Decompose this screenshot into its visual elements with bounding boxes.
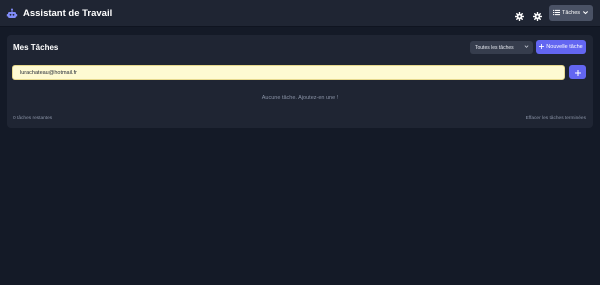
- settings-gear-icon[interactable]: [515, 8, 524, 21]
- top-navbar: Assistant de Travail Tâches: [0, 0, 600, 27]
- remaining-count: 0 tâches restantes: [13, 116, 53, 121]
- tasks-menu-button[interactable]: Tâches: [549, 5, 593, 21]
- filter-selected-value: Toutes les tâches: [475, 44, 514, 51]
- tasks-card: Mes Tâches Toutes les tâches Nouvelle tâ…: [7, 35, 593, 128]
- theme-gear-icon[interactable]: [533, 8, 542, 21]
- task-input[interactable]: [12, 65, 565, 80]
- add-task-button[interactable]: [569, 65, 586, 79]
- new-task-button[interactable]: Nouvelle tâche: [536, 40, 586, 54]
- new-task-label: Nouvelle tâche: [546, 44, 583, 50]
- chevron-down-icon: [582, 9, 589, 18]
- tasks-menu-label: Tâches: [561, 10, 581, 16]
- list-icon: [552, 9, 560, 18]
- clear-completed-link[interactable]: Effacer les tâches terminées: [526, 116, 586, 121]
- page-title: Mes Tâches: [13, 43, 59, 52]
- app-title: Assistant de Travail: [23, 7, 113, 19]
- chevron-down-icon: [524, 44, 529, 51]
- brand[interactable]: Assistant de Travail: [6, 7, 112, 19]
- empty-state-message: Aucune tâche. Ajoutez-en une !: [261, 95, 339, 101]
- task-filter-select[interactable]: Toutes les tâches: [470, 41, 533, 54]
- plus-icon: [539, 43, 545, 51]
- plus-icon: [574, 63, 581, 81]
- robot-icon: [6, 7, 18, 19]
